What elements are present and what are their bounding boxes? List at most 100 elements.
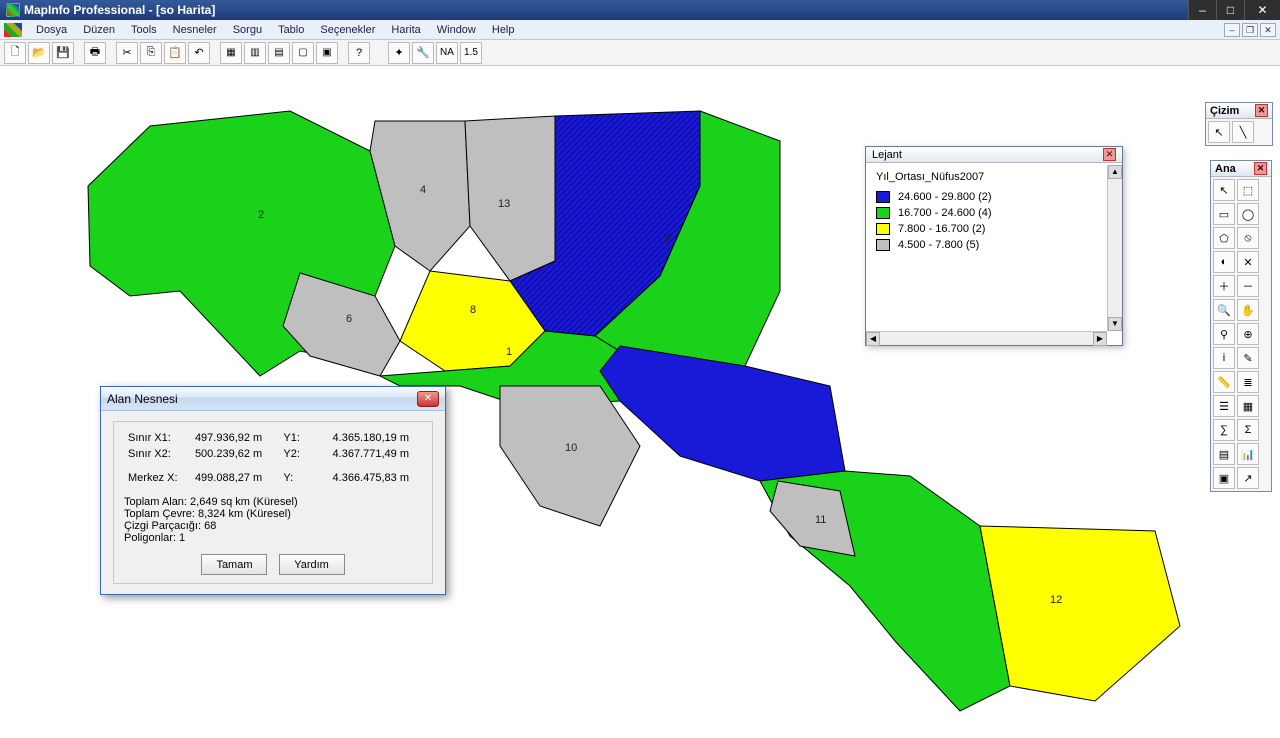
- radius-select-icon[interactable]: ◯: [1237, 203, 1259, 225]
- wrench-icon[interactable]: 🔧: [412, 42, 434, 64]
- cut-icon[interactable]: ✂: [116, 42, 138, 64]
- scroll-up-icon[interactable]: ▲: [1108, 165, 1122, 179]
- terminal-icon[interactable]: ▣: [1213, 467, 1235, 489]
- cizim-close-icon[interactable]: ✕: [1255, 104, 1268, 117]
- menu-secenekler[interactable]: Seçenekler: [312, 22, 383, 38]
- marquee-icon[interactable]: ▭: [1213, 203, 1235, 225]
- legend-scroll-h[interactable]: ◀ ▶: [866, 331, 1107, 345]
- region-label-12: 12: [1050, 594, 1062, 606]
- copy-icon[interactable]: ⎘: [140, 42, 162, 64]
- arrow2-icon[interactable]: ↗: [1237, 467, 1259, 489]
- sigma-icon[interactable]: Σ: [1237, 419, 1259, 441]
- pan-icon[interactable]: ✋: [1237, 299, 1259, 321]
- view-icon[interactable]: 🔍: [1213, 299, 1235, 321]
- ruler-icon[interactable]: 📏: [1213, 371, 1235, 393]
- maximize-button[interactable]: □: [1216, 0, 1244, 20]
- undo-icon[interactable]: ↶: [188, 42, 210, 64]
- region-10[interactable]: [500, 386, 640, 526]
- select-tool-icon[interactable]: ↖: [1208, 121, 1230, 143]
- center-icon[interactable]: ⊕: [1237, 323, 1259, 345]
- title-bar: MapInfo Professional - [so Harita] – □ ✕: [0, 0, 1280, 20]
- window-browser-icon[interactable]: ▦: [220, 42, 242, 64]
- invert-icon[interactable]: ◐: [1213, 251, 1235, 273]
- window-redistrict-icon[interactable]: ▣: [316, 42, 338, 64]
- menu-harita[interactable]: Harita: [383, 22, 428, 38]
- deselect-icon[interactable]: ✕: [1237, 251, 1259, 273]
- line-tool-icon[interactable]: ╲: [1232, 121, 1254, 143]
- menu-sorgu[interactable]: Sorgu: [225, 22, 270, 38]
- scale-tool-icon[interactable]: 1.5: [460, 42, 482, 64]
- save-icon[interactable]: 💾: [52, 42, 74, 64]
- toolbar-standard: 🗋 📂 💾 🖶 ✂ ⎘ 📋 ↶ ▦ ▥ ▤ ▢ ▣ ? ✦ 🔧 NA 1.5: [0, 40, 1280, 66]
- map-workspace[interactable]: 2 4 13 9 8 6 1 10 11 12 Lejant ✕ Yıl_Ort…: [0, 66, 1280, 738]
- cizim-titlebar[interactable]: Çizim ✕: [1206, 103, 1272, 119]
- na-tool-icon[interactable]: NA: [436, 42, 458, 64]
- table-icon[interactable]: ▤: [1213, 443, 1235, 465]
- no-entry-icon[interactable]: ⦸: [1237, 227, 1259, 249]
- ana-close-icon[interactable]: ✕: [1254, 162, 1267, 175]
- dialog-alan-nesnesi[interactable]: Alan Nesnesi ✕ Sınır X1:497.936,92 m Y1:…: [100, 386, 446, 595]
- find-icon[interactable]: ⚲: [1213, 323, 1235, 345]
- info-icon[interactable]: i: [1213, 347, 1235, 369]
- help-cursor-icon[interactable]: ?: [348, 42, 370, 64]
- window-layout-icon[interactable]: ▢: [292, 42, 314, 64]
- menu-duzen[interactable]: Düzen: [75, 22, 123, 38]
- dialog-titlebar[interactable]: Alan Nesnesi ✕: [101, 387, 445, 411]
- run-tool-icon[interactable]: ✦: [388, 42, 410, 64]
- mdi-close[interactable]: ✕: [1260, 23, 1276, 37]
- cizim-title: Çizim: [1210, 105, 1239, 117]
- window-map-icon[interactable]: ▥: [244, 42, 266, 64]
- paste-icon[interactable]: 📋: [164, 42, 186, 64]
- scroll-right-icon[interactable]: ▶: [1093, 332, 1107, 346]
- cizim-panel[interactable]: Çizim ✕ ↖ ╲: [1205, 102, 1273, 146]
- print-icon[interactable]: 🖶: [84, 42, 106, 64]
- menu-window[interactable]: Window: [429, 22, 484, 38]
- scroll-left-icon[interactable]: ◀: [866, 332, 880, 346]
- scroll-down-icon[interactable]: ▼: [1108, 317, 1122, 331]
- dotted-select-icon[interactable]: ⬚: [1237, 179, 1259, 201]
- zoom-in-icon[interactable]: ＋: [1213, 275, 1235, 297]
- region-label-8: 8: [470, 304, 476, 316]
- sum-icon[interactable]: ∑: [1213, 419, 1235, 441]
- legend-row-2: 7.800 - 16.700 (2): [876, 221, 1112, 237]
- minimize-button[interactable]: –: [1188, 0, 1216, 20]
- dialog-extra-2: Çizgi Parçacığı: 68: [124, 520, 422, 532]
- help-button[interactable]: Yardım: [279, 554, 345, 575]
- zoom-out-icon[interactable]: －: [1237, 275, 1259, 297]
- legend-scroll-v[interactable]: ▲ ▼: [1107, 165, 1122, 331]
- region-label-10: 10: [565, 442, 577, 454]
- menu-tools[interactable]: Tools: [123, 22, 165, 38]
- app-icon: [6, 3, 20, 17]
- menu-dosya[interactable]: Dosya: [28, 22, 75, 38]
- cizim-tools: ↖ ╲: [1206, 119, 1272, 145]
- chart-icon[interactable]: 📊: [1237, 443, 1259, 465]
- legend-titlebar[interactable]: Lejant ✕: [866, 147, 1122, 163]
- legend-close-icon[interactable]: ✕: [1103, 148, 1116, 161]
- menu-tablo[interactable]: Tablo: [270, 22, 312, 38]
- close-button[interactable]: ✕: [1244, 0, 1280, 20]
- layer-icon[interactable]: ≣: [1237, 371, 1259, 393]
- grid-icon[interactable]: ▦: [1237, 395, 1259, 417]
- region-7[interactable]: [600, 346, 845, 481]
- legend-row-1: 16.700 - 24.600 (4): [876, 205, 1112, 221]
- ana-title: Ana: [1215, 163, 1236, 175]
- menu-nesneler[interactable]: Nesneler: [165, 22, 225, 38]
- layers-icon[interactable]: ☰: [1213, 395, 1235, 417]
- region-6[interactable]: [283, 273, 400, 376]
- dialog-close-icon[interactable]: ✕: [417, 391, 439, 407]
- polygon-select-icon[interactable]: ⬠: [1213, 227, 1235, 249]
- new-icon[interactable]: 🗋: [4, 42, 26, 64]
- menu-bar: Dosya Düzen Tools Nesneler Sorgu Tablo S…: [0, 20, 1280, 40]
- ok-button[interactable]: Tamam: [201, 554, 267, 575]
- ana-titlebar[interactable]: Ana ✕: [1211, 161, 1271, 177]
- window-graph-icon[interactable]: ▤: [268, 42, 290, 64]
- mdi-restore[interactable]: ❐: [1242, 23, 1258, 37]
- menu-help[interactable]: Help: [484, 22, 523, 38]
- pointer-icon[interactable]: ↖: [1213, 179, 1235, 201]
- open-icon[interactable]: 📂: [28, 42, 50, 64]
- region-12[interactable]: [980, 526, 1180, 701]
- draw-icon[interactable]: ✎: [1237, 347, 1259, 369]
- ana-panel[interactable]: Ana ✕ ↖ ⬚ ▭ ◯ ⬠ ⦸ ◐ ✕ ＋ － 🔍 ✋ ⚲ ⊕ i ✎ 📏 …: [1210, 160, 1272, 492]
- mdi-minimize[interactable]: –: [1224, 23, 1240, 37]
- legend-window[interactable]: Lejant ✕ Yıl_Ortası_Nüfus2007 24.600 - 2…: [865, 146, 1123, 346]
